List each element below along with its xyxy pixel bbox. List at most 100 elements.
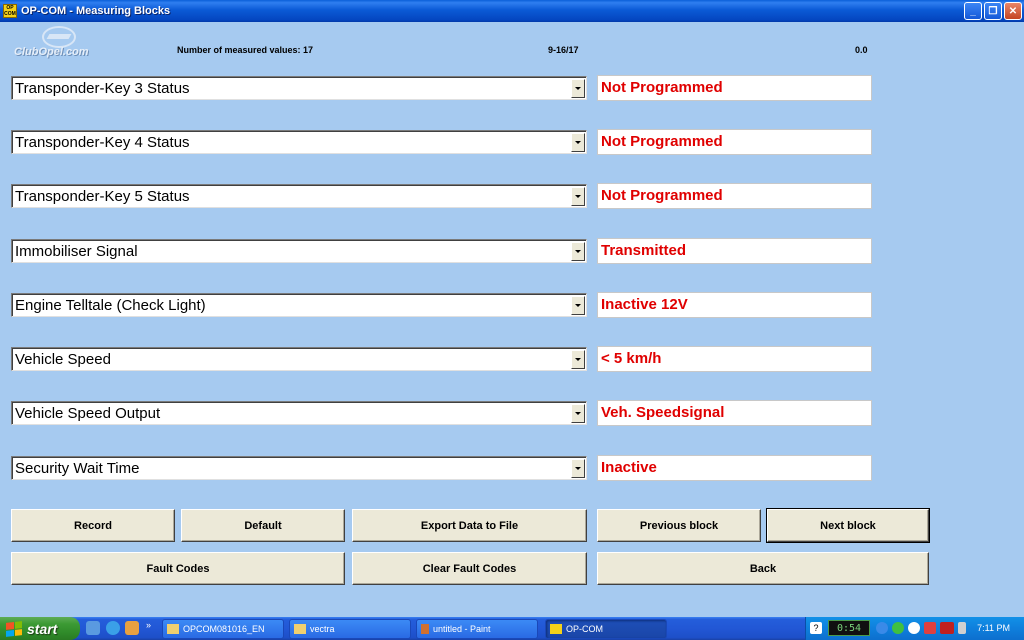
task-label: vectra: [310, 624, 335, 634]
help-icon[interactable]: ?: [810, 622, 822, 634]
task-opcom[interactable]: OP-COM: [545, 619, 667, 639]
chevron-down-icon: [575, 467, 581, 470]
start-label: start: [27, 620, 58, 637]
measure-value-1: Not Programmed: [597, 75, 872, 101]
dropdown-button[interactable]: [571, 242, 585, 261]
measured-values-count: Number of measured values: 17: [177, 45, 314, 55]
dropdown-button[interactable]: [571, 296, 585, 315]
export-data-button[interactable]: Export Data to File: [352, 509, 587, 542]
chevron-down-icon: [575, 358, 581, 361]
task-vectra-folder[interactable]: vectra: [289, 619, 411, 639]
paint-icon: [421, 624, 429, 634]
tray-counter: 0:54: [828, 620, 870, 636]
measure-value-8: Inactive: [597, 455, 872, 481]
measure-label: Immobiliser Signal: [15, 243, 138, 260]
task-label: untitled - Paint: [433, 624, 491, 634]
dropdown-button[interactable]: [571, 404, 585, 423]
measure-value-text: Not Programmed: [601, 79, 723, 96]
measure-select-4[interactable]: Immobiliser Signal: [11, 239, 587, 263]
chevron-down-icon: [575, 412, 581, 415]
close-icon: ✕: [1008, 5, 1018, 17]
chevron-down-icon: [575, 304, 581, 307]
maximize-button[interactable]: ❐: [984, 2, 1002, 20]
clubopel-logo: ClubOpel.com: [14, 24, 114, 64]
system-tray: ? 0:54 7:11 PM: [805, 617, 1024, 640]
measure-select-1[interactable]: Transponder-Key 3 Status: [11, 76, 587, 100]
security-icon[interactable]: [924, 622, 936, 634]
taskbar: start » OPCOM081016_EN vectra untitled -…: [0, 617, 1024, 640]
measure-value-text: < 5 km/h: [601, 350, 662, 367]
chevron-down-icon: [575, 141, 581, 144]
folder-icon: [167, 624, 179, 634]
measure-value-5: Inactive 12V: [597, 292, 872, 318]
back-button[interactable]: Back: [597, 552, 929, 585]
default-button[interactable]: Default: [181, 509, 345, 542]
title-bar[interactable]: OP COM OP-COM - Measuring Blocks _ ❐ ✕: [0, 0, 1024, 22]
opel-bolt-icon: [46, 34, 72, 39]
measure-value-7: Veh. Speedsignal: [597, 400, 872, 426]
chevron-down-icon: [575, 87, 581, 90]
minimize-button[interactable]: _: [964, 2, 982, 20]
task-label: OPCOM081016_EN: [183, 624, 265, 634]
measure-value-text: Inactive: [601, 459, 657, 476]
dropdown-button[interactable]: [571, 79, 585, 98]
measure-value-6: < 5 km/h: [597, 346, 872, 372]
measure-label: Vehicle Speed Output: [15, 405, 161, 422]
usb-icon[interactable]: [958, 622, 966, 634]
measure-select-2[interactable]: Transponder-Key 4 Status: [11, 130, 587, 154]
ati-icon[interactable]: [940, 622, 954, 634]
measure-label: Vehicle Speed: [15, 351, 111, 368]
measure-label: Engine Telltale (Check Light): [15, 297, 206, 314]
record-button[interactable]: Record: [11, 509, 175, 542]
measure-label: Transponder-Key 5 Status: [15, 188, 190, 205]
task-label: OP-COM: [566, 624, 603, 634]
measure-value-text: Not Programmed: [601, 187, 723, 204]
measure-label: Transponder-Key 3 Status: [15, 80, 190, 97]
quicklaunch-chevron-icon[interactable]: »: [146, 620, 151, 630]
measure-label: Transponder-Key 4 Status: [15, 134, 190, 151]
opcom-app-icon: OP COM: [3, 4, 17, 18]
dropdown-button[interactable]: [571, 350, 585, 369]
previous-block-button[interactable]: Previous block: [597, 509, 761, 542]
block-range: 9-16/17: [548, 45, 579, 55]
task-opcom-folder[interactable]: OPCOM081016_EN: [162, 619, 284, 639]
chevron-down-icon: [575, 250, 581, 253]
dropdown-button[interactable]: [571, 133, 585, 152]
task-paint[interactable]: untitled - Paint: [416, 619, 538, 639]
measure-label: Security Wait Time: [15, 460, 140, 477]
network-icon[interactable]: [876, 622, 888, 634]
start-button[interactable]: start: [0, 617, 80, 640]
clear-fault-codes-button[interactable]: Clear Fault Codes: [352, 552, 587, 585]
measure-value-4: Transmitted: [597, 238, 872, 264]
maximize-icon: ❐: [988, 5, 998, 17]
measure-value-text: Not Programmed: [601, 133, 723, 150]
antivirus-icon[interactable]: [892, 622, 904, 634]
app-icon-text-bottom: COM: [4, 11, 16, 17]
close-button[interactable]: ✕: [1004, 2, 1022, 20]
measure-value-text: Inactive 12V: [601, 296, 688, 313]
measure-select-8[interactable]: Security Wait Time: [11, 456, 587, 480]
ie-quicklaunch-icon[interactable]: [106, 621, 120, 635]
chevron-down-icon: [575, 195, 581, 198]
dropdown-button[interactable]: [571, 459, 585, 478]
desktop-quicklaunch-icon[interactable]: [86, 621, 100, 635]
window-title: OP-COM - Measuring Blocks: [21, 5, 171, 17]
clock[interactable]: 7:11 PM: [977, 623, 1010, 633]
logo-text: ClubOpel.com: [14, 46, 89, 58]
measure-select-3[interactable]: Transponder-Key 5 Status: [11, 184, 587, 208]
dropdown-button[interactable]: [571, 187, 585, 206]
measure-select-7[interactable]: Vehicle Speed Output: [11, 401, 587, 425]
fault-codes-button[interactable]: Fault Codes: [11, 552, 345, 585]
minimize-icon: _: [970, 5, 976, 17]
windows-logo-icon: [6, 620, 22, 637]
header-value: 0.0: [855, 45, 868, 55]
folder-icon: [294, 624, 306, 634]
measure-select-5[interactable]: Engine Telltale (Check Light): [11, 293, 587, 317]
measure-value-3: Not Programmed: [597, 183, 872, 209]
bluetooth-icon[interactable]: [908, 622, 920, 634]
measure-select-6[interactable]: Vehicle Speed: [11, 347, 587, 371]
media-quicklaunch-icon[interactable]: [125, 621, 139, 635]
measure-value-2: Not Programmed: [597, 129, 872, 155]
measure-value-text: Transmitted: [601, 242, 687, 259]
next-block-button[interactable]: Next block: [766, 508, 930, 543]
